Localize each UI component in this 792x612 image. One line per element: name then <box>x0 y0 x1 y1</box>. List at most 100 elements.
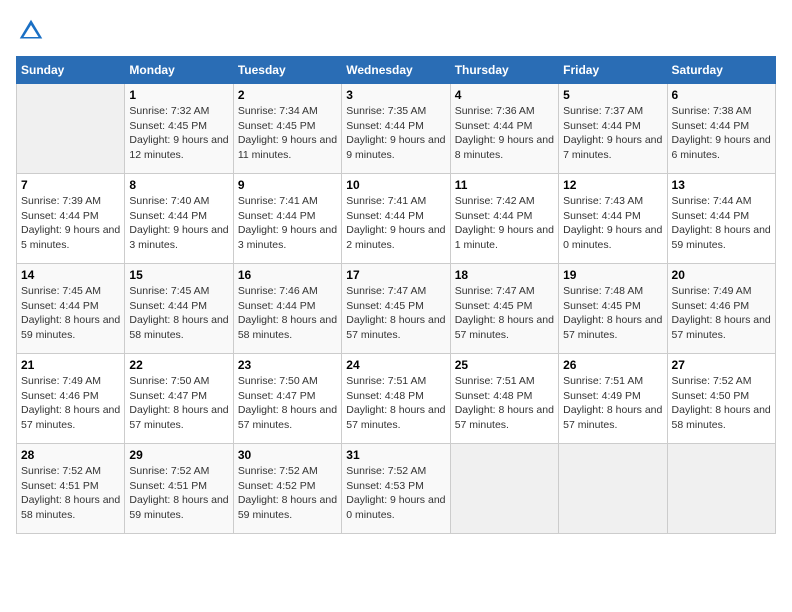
calendar-cell: 26 Sunrise: 7:51 AMSunset: 4:49 PMDayligh… <box>559 354 667 444</box>
calendar-cell: 3 Sunrise: 7:35 AMSunset: 4:44 PMDaylight… <box>342 84 450 174</box>
day-info: Sunrise: 7:41 AMSunset: 4:44 PMDaylight:… <box>238 194 337 253</box>
day-info: Sunrise: 7:41 AMSunset: 4:44 PMDaylight:… <box>346 194 445 253</box>
calendar-week-row: 14 Sunrise: 7:45 AMSunset: 4:44 PMDayligh… <box>17 264 776 354</box>
generalblue-logo-icon <box>16 16 46 46</box>
day-number: 2 <box>238 88 337 102</box>
day-number: 5 <box>563 88 662 102</box>
calendar-cell: 16 Sunrise: 7:46 AMSunset: 4:44 PMDayligh… <box>233 264 341 354</box>
calendar-cell: 11Sunrise: 7:42 AMSunset: 4:44 PMDayligh… <box>450 174 558 264</box>
day-info: Sunrise: 7:35 AMSunset: 4:44 PMDaylight:… <box>346 104 445 163</box>
calendar-cell: 13 Sunrise: 7:44 AMSunset: 4:44 PMDayligh… <box>667 174 775 264</box>
calendar-cell: 4 Sunrise: 7:36 AMSunset: 4:44 PMDaylight… <box>450 84 558 174</box>
day-info: Sunrise: 7:36 AMSunset: 4:44 PMDaylight:… <box>455 104 554 163</box>
weekday-header-row: SundayMondayTuesdayWednesdayThursdayFrid… <box>17 57 776 84</box>
day-info: Sunrise: 7:49 AMSunset: 4:46 PMDaylight:… <box>21 374 120 433</box>
page-header <box>16 16 776 46</box>
calendar-cell: 22 Sunrise: 7:50 AMSunset: 4:47 PMDayligh… <box>125 354 233 444</box>
logo <box>16 16 48 46</box>
calendar-cell: 7Sunrise: 7:39 AMSunset: 4:44 PMDaylight… <box>17 174 125 264</box>
calendar-cell: 5 Sunrise: 7:37 AMSunset: 4:44 PMDaylight… <box>559 84 667 174</box>
day-number: 24 <box>346 358 445 372</box>
calendar-cell: 28Sunrise: 7:52 AMSunset: 4:51 PMDayligh… <box>17 444 125 534</box>
calendar-cell: 18Sunrise: 7:47 AMSunset: 4:45 PMDayligh… <box>450 264 558 354</box>
calendar-cell: 15 Sunrise: 7:45 AMSunset: 4:44 PMDayligh… <box>125 264 233 354</box>
day-number: 20 <box>672 268 771 282</box>
calendar-cell <box>450 444 558 534</box>
weekday-header-sunday: Sunday <box>17 57 125 84</box>
day-number: 22 <box>129 358 228 372</box>
calendar-cell: 23Sunrise: 7:50 AMSunset: 4:47 PMDayligh… <box>233 354 341 444</box>
weekday-header-tuesday: Tuesday <box>233 57 341 84</box>
calendar-cell: 8 Sunrise: 7:40 AMSunset: 4:44 PMDaylight… <box>125 174 233 264</box>
day-info: Sunrise: 7:40 AMSunset: 4:44 PMDaylight:… <box>129 194 228 253</box>
day-number: 15 <box>129 268 228 282</box>
calendar-cell: 6 Sunrise: 7:38 AMSunset: 4:44 PMDaylight… <box>667 84 775 174</box>
calendar-cell: 24Sunrise: 7:51 AMSunset: 4:48 PMDayligh… <box>342 354 450 444</box>
calendar-cell: 9 Sunrise: 7:41 AMSunset: 4:44 PMDaylight… <box>233 174 341 264</box>
calendar-cell: 10 Sunrise: 7:41 AMSunset: 4:44 PMDayligh… <box>342 174 450 264</box>
day-number: 29 <box>129 448 228 462</box>
day-info: Sunrise: 7:51 AMSunset: 4:49 PMDaylight:… <box>563 374 662 433</box>
weekday-header-monday: Monday <box>125 57 233 84</box>
weekday-header-thursday: Thursday <box>450 57 558 84</box>
day-info: Sunrise: 7:47 AMSunset: 4:45 PMDaylight:… <box>346 284 445 343</box>
calendar-week-row: 28Sunrise: 7:52 AMSunset: 4:51 PMDayligh… <box>17 444 776 534</box>
day-info: Sunrise: 7:37 AMSunset: 4:44 PMDaylight:… <box>563 104 662 163</box>
weekday-header-saturday: Saturday <box>667 57 775 84</box>
day-number: 10 <box>346 178 445 192</box>
calendar-cell: 29 Sunrise: 7:52 AMSunset: 4:51 PMDayligh… <box>125 444 233 534</box>
day-info: Sunrise: 7:52 AMSunset: 4:50 PMDaylight:… <box>672 374 771 433</box>
day-info: Sunrise: 7:39 AMSunset: 4:44 PMDaylight:… <box>21 194 120 253</box>
calendar-cell: 12Sunrise: 7:43 AMSunset: 4:44 PMDayligh… <box>559 174 667 264</box>
day-number: 6 <box>672 88 771 102</box>
day-number: 9 <box>238 178 337 192</box>
day-info: Sunrise: 7:38 AMSunset: 4:44 PMDaylight:… <box>672 104 771 163</box>
day-info: Sunrise: 7:51 AMSunset: 4:48 PMDaylight:… <box>455 374 554 433</box>
day-number: 16 <box>238 268 337 282</box>
day-number: 21 <box>21 358 120 372</box>
day-number: 1 <box>129 88 228 102</box>
day-info: Sunrise: 7:45 AMSunset: 4:44 PMDaylight:… <box>21 284 120 343</box>
calendar-week-row: 7Sunrise: 7:39 AMSunset: 4:44 PMDaylight… <box>17 174 776 264</box>
day-info: Sunrise: 7:42 AMSunset: 4:44 PMDaylight:… <box>455 194 554 253</box>
calendar-cell <box>667 444 775 534</box>
calendar-cell: 14 Sunrise: 7:45 AMSunset: 4:44 PMDayligh… <box>17 264 125 354</box>
calendar-table: SundayMondayTuesdayWednesdayThursdayFrid… <box>16 56 776 534</box>
day-number: 13 <box>672 178 771 192</box>
weekday-header-wednesday: Wednesday <box>342 57 450 84</box>
day-number: 14 <box>21 268 120 282</box>
calendar-cell <box>559 444 667 534</box>
calendar-cell: 1Sunrise: 7:32 AMSunset: 4:45 PMDaylight… <box>125 84 233 174</box>
day-info: Sunrise: 7:43 AMSunset: 4:44 PMDaylight:… <box>563 194 662 253</box>
calendar-week-row: 21 Sunrise: 7:49 AMSunset: 4:46 PMDayligh… <box>17 354 776 444</box>
day-info: Sunrise: 7:34 AMSunset: 4:45 PMDaylight:… <box>238 104 337 163</box>
day-number: 18 <box>455 268 554 282</box>
calendar-cell: 20 Sunrise: 7:49 AMSunset: 4:46 PMDayligh… <box>667 264 775 354</box>
day-info: Sunrise: 7:48 AMSunset: 4:45 PMDaylight:… <box>563 284 662 343</box>
day-info: Sunrise: 7:50 AMSunset: 4:47 PMDaylight:… <box>129 374 228 433</box>
calendar-cell: 30Sunrise: 7:52 AMSunset: 4:52 PMDayligh… <box>233 444 341 534</box>
weekday-header-friday: Friday <box>559 57 667 84</box>
calendar-cell: 25 Sunrise: 7:51 AMSunset: 4:48 PMDayligh… <box>450 354 558 444</box>
calendar-body: 1Sunrise: 7:32 AMSunset: 4:45 PMDaylight… <box>17 84 776 534</box>
day-number: 4 <box>455 88 554 102</box>
calendar-cell: 27Sunrise: 7:52 AMSunset: 4:50 PMDayligh… <box>667 354 775 444</box>
day-info: Sunrise: 7:44 AMSunset: 4:44 PMDaylight:… <box>672 194 771 253</box>
calendar-cell <box>17 84 125 174</box>
day-info: Sunrise: 7:52 AMSunset: 4:53 PMDaylight:… <box>346 464 445 523</box>
day-number: 25 <box>455 358 554 372</box>
day-number: 23 <box>238 358 337 372</box>
day-info: Sunrise: 7:49 AMSunset: 4:46 PMDaylight:… <box>672 284 771 343</box>
calendar-header: SundayMondayTuesdayWednesdayThursdayFrid… <box>17 57 776 84</box>
calendar-cell: 31 Sunrise: 7:52 AMSunset: 4:53 PMDayligh… <box>342 444 450 534</box>
day-info: Sunrise: 7:45 AMSunset: 4:44 PMDaylight:… <box>129 284 228 343</box>
day-info: Sunrise: 7:52 AMSunset: 4:51 PMDaylight:… <box>21 464 120 523</box>
day-number: 31 <box>346 448 445 462</box>
day-number: 3 <box>346 88 445 102</box>
day-info: Sunrise: 7:52 AMSunset: 4:51 PMDaylight:… <box>129 464 228 523</box>
day-info: Sunrise: 7:46 AMSunset: 4:44 PMDaylight:… <box>238 284 337 343</box>
day-number: 26 <box>563 358 662 372</box>
day-number: 17 <box>346 268 445 282</box>
day-number: 8 <box>129 178 228 192</box>
day-number: 19 <box>563 268 662 282</box>
